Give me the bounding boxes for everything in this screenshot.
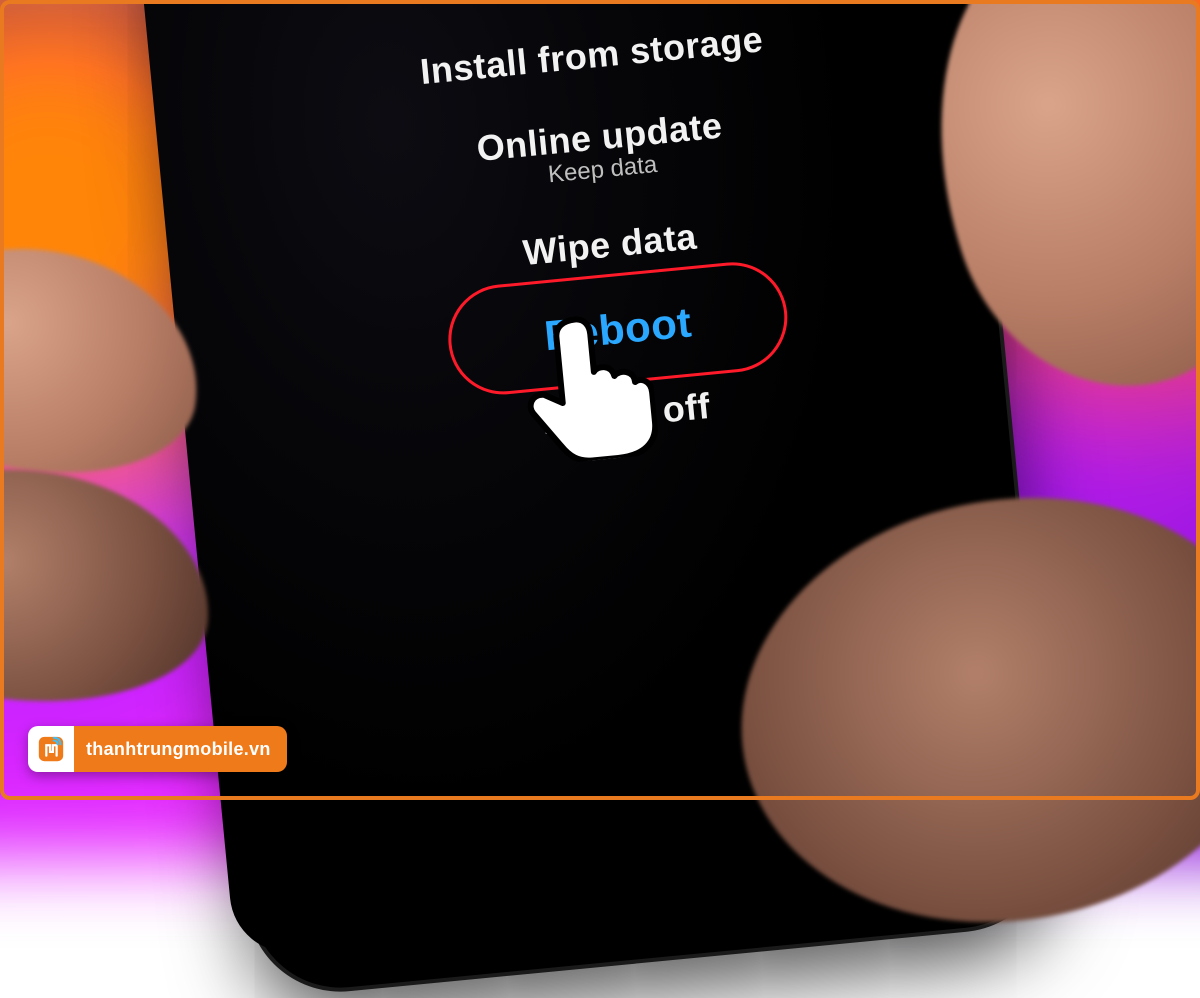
watermark-badge: thanhtrungmobile.vn xyxy=(28,726,287,772)
menu-item-label: Wipe data xyxy=(521,216,698,275)
recovery-menu: Install from storage Online update Keep … xyxy=(418,18,799,451)
menu-item-label: Power off xyxy=(540,385,712,443)
menu-item-power-off[interactable]: Power off xyxy=(540,385,712,443)
menu-item-wipe-data[interactable]: Wipe data xyxy=(521,216,698,275)
menu-item-label: Reboot xyxy=(542,298,694,360)
menu-item-reboot[interactable]: Reboot xyxy=(542,298,694,360)
menu-item-online-update[interactable]: Online update Keep data xyxy=(475,105,727,196)
watermark-logo-icon xyxy=(28,726,74,772)
menu-item-install-from-storage[interactable]: Install from storage xyxy=(418,18,765,93)
watermark-text: thanhtrungmobile.vn xyxy=(74,726,287,772)
menu-item-label: Install from storage xyxy=(418,18,765,93)
